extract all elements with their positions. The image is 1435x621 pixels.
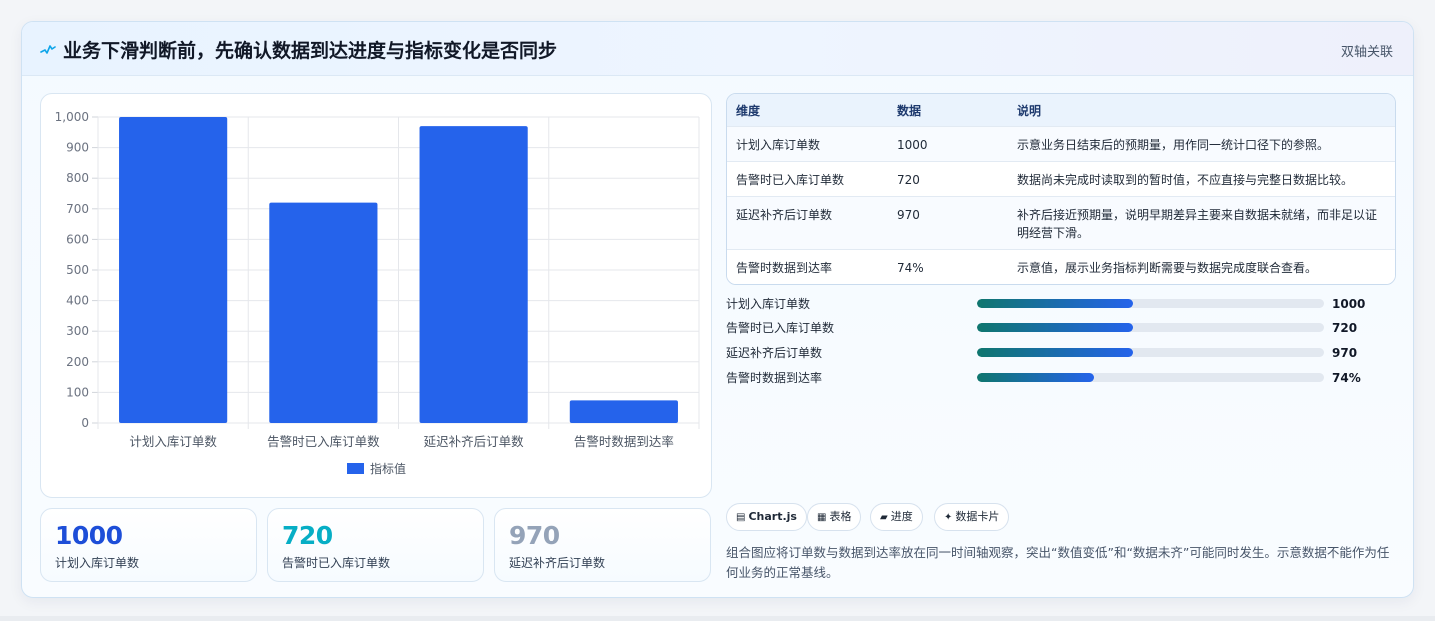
- sparkle-icon: ✦: [944, 512, 953, 523]
- progress-track: [977, 299, 1324, 308]
- progress-value: 1000: [1332, 297, 1366, 311]
- y-tick-label: 0: [81, 416, 89, 430]
- table-header-row: 维度 数据 说明: [727, 94, 1395, 127]
- kpi-card-planned: 1000 计划入库订单数: [40, 508, 257, 582]
- table-header-cell: 数据: [897, 104, 922, 118]
- x-tick-label: 计划入库订单数: [129, 434, 217, 449]
- kpi-label: 告警时已入库订单数: [282, 556, 391, 570]
- table-icon: ▦: [817, 512, 827, 523]
- card-header: 业务下滑判断前，先确认数据到达进度与指标变化是否同步 双轴关联: [22, 22, 1413, 76]
- table-cell: 示意值，展示业务指标判断需要与数据完成度联合查看。: [1017, 261, 1318, 275]
- x-tick-label: 告警时数据到达率: [574, 434, 674, 449]
- dual-axis-label[interactable]: 双轴关联: [1341, 41, 1393, 60]
- kpi-value: 1000: [55, 521, 123, 550]
- x-tick-label: 告警时已入库订单数: [267, 434, 380, 449]
- progress-fill: [977, 299, 1134, 308]
- progress-label: 计划入库订单数: [726, 297, 811, 311]
- bar-chart: 0 100 200 300 400 500 600 700 800 900 1,000 计划入库订单数…: [55, 110, 700, 476]
- chip-label: 数据卡片: [955, 510, 1000, 523]
- progress-value: 970: [1332, 346, 1358, 360]
- y-tick-label: 100: [66, 385, 89, 399]
- table-cell: 数据尚未完成时读取到的暂时值，不应直接与完整日数据比较。: [1017, 173, 1354, 187]
- data-table: 维度 数据 说明 计划入库订单数 1000 示意业务日结束后的预期量，用作同一统…: [726, 93, 1396, 285]
- table-cell: 补齐后接近预期量，说明早期差异主要来自数据未就绪，而非足以证明经营下滑。: [1017, 208, 1378, 240]
- legend-swatch: [347, 463, 364, 474]
- kpi-value: 720: [282, 521, 333, 550]
- table-cell: 延迟补齐后订单数: [736, 208, 833, 222]
- table-row: 计划入库订单数 1000 示意业务日结束后的预期量，用作同一统计口径下的参照。: [727, 127, 1395, 162]
- y-tick-label: 400: [66, 294, 89, 308]
- y-tick-label: 500: [66, 263, 89, 277]
- progress-label: 告警时已入库订单数: [726, 321, 835, 335]
- chip-label: 进度: [890, 510, 913, 523]
- y-tick-label: 900: [66, 141, 89, 155]
- progress-row: 告警时已入库订单数 720: [726, 319, 1386, 337]
- progress-value: 720: [1332, 321, 1358, 335]
- y-tick-label: 600: [66, 232, 89, 246]
- table-row: 告警时已入库订单数 720 数据尚未完成时读取到的暂时值，不应直接与完整日数据比…: [727, 162, 1395, 197]
- x-tick-label: 延迟补齐后订单数: [424, 434, 525, 449]
- legend-label: 指标值: [370, 461, 406, 476]
- chip-label: Chart.js: [748, 510, 797, 523]
- chip-label: 表格: [829, 510, 852, 523]
- table-cell: 示意业务日结束后的预期量，用作同一统计口径下的参照。: [1017, 138, 1330, 152]
- y-tick-label: 800: [66, 171, 89, 185]
- progress-icon: ▰: [880, 512, 888, 523]
- kpi-label: 计划入库订单数: [55, 556, 140, 570]
- table-cell: 告警时已入库订单数: [736, 173, 845, 187]
- progress-row: 告警时数据到达率 74%: [726, 369, 1386, 387]
- bar: [269, 202, 378, 423]
- table-row: 延迟补齐后订单数 970 补齐后接近预期量，说明早期差异主要来自数据未就绪，而非…: [727, 197, 1395, 250]
- table-cell: 计划入库订单数: [736, 138, 821, 152]
- y-tick-label: 200: [66, 355, 89, 369]
- progress-label: 延迟补齐后订单数: [726, 346, 823, 360]
- bar: [569, 400, 678, 423]
- page-title: 业务下滑判断前，先确认数据到达进度与指标变化是否同步: [63, 40, 558, 62]
- progress-track: [977, 348, 1324, 357]
- progress-row: 计划入库订单数 1000: [726, 295, 1386, 313]
- bar: [119, 117, 228, 423]
- table-cell: 74%: [897, 261, 924, 275]
- chart-note: 组合图应将订单数与数据到达率放在同一时间轴观察，突出“数值变低”和“数据未齐”可…: [726, 545, 1390, 580]
- kpi-card-arrived: 720 告警时已入库订单数: [267, 508, 484, 582]
- table-cell: 720: [897, 173, 920, 187]
- bar: [419, 126, 528, 424]
- table-cell: 告警时数据到达率: [736, 261, 833, 275]
- y-tick-label: 1,000: [55, 110, 89, 124]
- footer-strip: [0, 616, 1435, 621]
- table-row: 告警时数据到达率 74% 示意值，展示业务指标判断需要与数据完成度联合查看。: [727, 250, 1395, 284]
- kpi-card-backfilled: 970 延迟补齐后订单数: [494, 508, 711, 582]
- pulse-icon: [40, 45, 56, 54]
- chip-chartjs[interactable]: ▤ Chart.js: [726, 503, 807, 531]
- table-cell: 970: [897, 208, 920, 222]
- progress-track: [977, 323, 1324, 332]
- progress-label: 告警时数据到达率: [726, 371, 823, 385]
- kpi-label: 延迟补齐后订单数: [509, 556, 606, 570]
- chart-icon: ▤: [736, 512, 746, 523]
- chip-progress[interactable]: ▰ 进度: [870, 503, 923, 531]
- kpi-value: 970: [509, 521, 560, 550]
- progress-fill: [977, 373, 1094, 382]
- chip-data-card[interactable]: ✦ 数据卡片: [934, 503, 1010, 531]
- progress-value: 74%: [1332, 371, 1361, 385]
- table-header-cell: 说明: [1017, 104, 1042, 118]
- chip-table[interactable]: ▦ 表格: [807, 503, 862, 531]
- bar-chart-panel: 0 100 200 300 400 500 600 700 800 900 1,000 计划入库订单数…: [40, 93, 712, 498]
- progress-fill: [977, 348, 1134, 357]
- dashboard-card: 业务下滑判断前，先确认数据到达进度与指标变化是否同步 双轴关联 0 100 200 3…: [21, 21, 1414, 598]
- progress-row: 延迟补齐后订单数 970: [726, 344, 1386, 362]
- y-tick-label: 300: [66, 324, 89, 338]
- progress-fill: [977, 323, 1134, 332]
- progress-track: [977, 373, 1324, 382]
- table-cell: 1000: [897, 138, 928, 152]
- table-header-cell: 维度: [736, 104, 761, 118]
- y-tick-label: 700: [66, 202, 89, 216]
